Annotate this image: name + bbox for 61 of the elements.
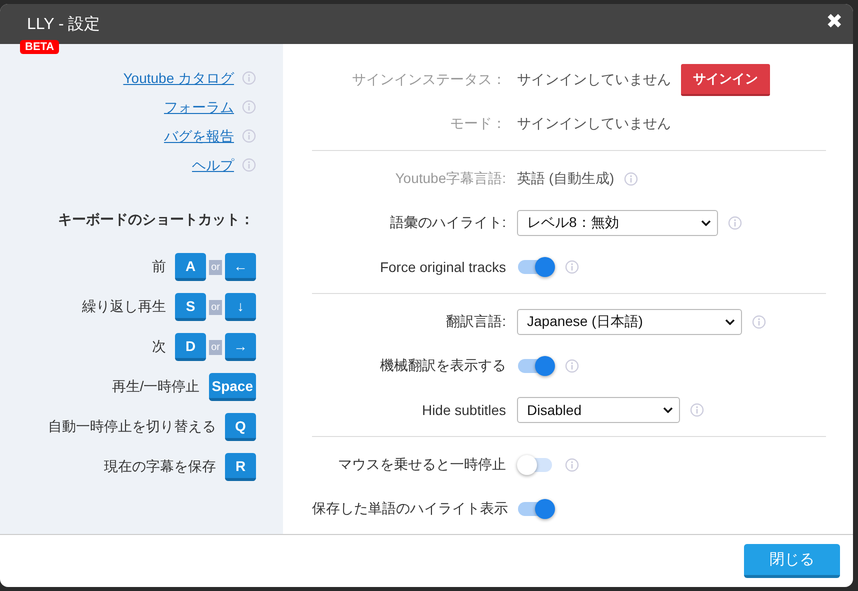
key-cap: ← — [225, 253, 256, 281]
setting-label: Hide subtitles — [420, 402, 507, 418]
setting-label: モード： — [449, 115, 507, 133]
info-icon[interactable] — [565, 260, 579, 274]
setting-label: Youtube字幕言語: — [394, 170, 507, 188]
toggle-switch[interactable] — [517, 355, 555, 377]
key-cap: Space — [208, 373, 256, 401]
close-button[interactable]: ✖ — [826, 12, 843, 32]
setting-label: マウスを乗せると一時停止 — [337, 456, 507, 474]
setting-label: 機械翻訳を表示する — [379, 357, 507, 375]
setting-value: サインインしていません — [517, 115, 671, 133]
dropdown[interactable]: Disabled — [517, 397, 680, 423]
or-label: or — [209, 300, 222, 314]
shortcut-label: 自動一時停止を切り替える — [48, 418, 216, 436]
key-cap: A — [175, 253, 206, 281]
help-link[interactable]: バグを報告 — [164, 126, 234, 146]
shortcut-label: 前 — [152, 258, 166, 276]
setting-value: 英語 (自動生成) — [517, 170, 614, 188]
setting-label: サインインステータス： — [351, 71, 507, 89]
key-cap: → — [225, 333, 256, 361]
setting-label: Force original tracks — [378, 259, 507, 275]
dropdown[interactable]: Japanese (日本語) — [517, 309, 742, 335]
key-cap: R — [225, 453, 256, 481]
info-icon[interactable] — [242, 129, 256, 143]
toggle-switch[interactable] — [517, 256, 555, 278]
setting-label: 語彙のハイライト: — [389, 214, 507, 232]
shortcuts-heading: キーボードのショートカット： — [58, 211, 254, 229]
toggle-switch[interactable] — [517, 498, 555, 520]
key-cap: S — [175, 293, 206, 321]
key-cap: D — [175, 333, 206, 361]
info-icon[interactable] — [690, 403, 704, 417]
chevron-icon — [663, 407, 674, 413]
or-label: or — [209, 340, 222, 354]
info-icon[interactable] — [624, 172, 638, 186]
close-dialog-button[interactable]: 閉じる — [744, 544, 840, 578]
help-link[interactable]: フォーラム — [164, 97, 234, 117]
help-link[interactable]: ヘルプ — [192, 155, 234, 175]
setting-value: サインインしていません — [517, 71, 671, 89]
info-icon[interactable] — [728, 216, 742, 230]
info-icon[interactable] — [242, 71, 256, 85]
chevron-icon — [724, 319, 735, 325]
key-cap: ↓ — [225, 293, 256, 321]
shortcut-label: 再生/一時停止 — [112, 378, 200, 396]
key-cap: Q — [225, 413, 256, 441]
info-icon[interactable] — [565, 359, 579, 373]
chevron-icon — [700, 220, 711, 226]
setting-label: 保存した単語のハイライト表示 — [312, 500, 509, 518]
shortcut-label: 繰り返し再生 — [82, 298, 166, 316]
info-icon[interactable] — [752, 315, 766, 329]
dropdown[interactable]: レベル8：無効 — [517, 210, 718, 236]
shortcut-label: 現在の字幕を保存 — [104, 458, 216, 476]
info-icon[interactable] — [242, 158, 256, 172]
shortcut-label: 次 — [152, 338, 166, 356]
help-link[interactable]: Youtube カタログ — [123, 68, 234, 88]
window-title: LLY - 設定 — [27, 14, 100, 34]
or-label: or — [209, 260, 222, 274]
setting-label: 翻訳言語: — [445, 313, 507, 331]
info-icon[interactable] — [565, 458, 579, 472]
info-icon[interactable] — [242, 100, 256, 114]
sign-in-button[interactable]: サインイン — [681, 64, 770, 96]
beta-badge: BETA — [20, 40, 60, 54]
